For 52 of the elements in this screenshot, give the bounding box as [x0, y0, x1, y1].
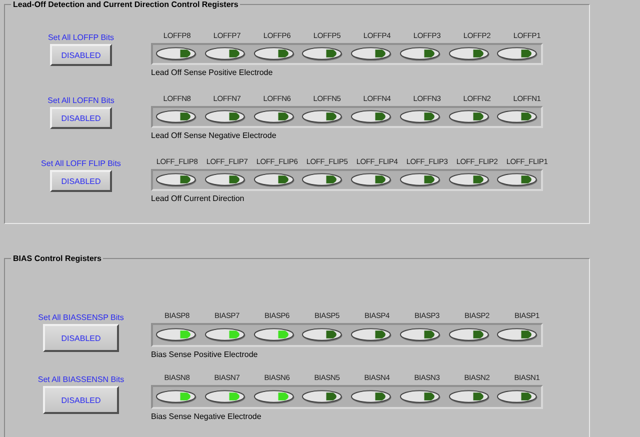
- led-toggle[interactable]: [204, 109, 246, 125]
- led-toggle[interactable]: [204, 327, 246, 343]
- strip-caption: Lead Off Sense Positive Electrode: [151, 68, 273, 77]
- led-toggle[interactable]: [204, 46, 246, 62]
- led-toggle[interactable]: [398, 46, 442, 62]
- led-toggle[interactable]: [448, 327, 490, 343]
- led-toggle[interactable]: [350, 109, 393, 125]
- set-all-label: Set All LOFF FLIP Bits: [41, 159, 121, 168]
- led-toggle[interactable]: [301, 389, 344, 405]
- led-toggle[interactable]: [398, 327, 442, 343]
- led-toggle[interactable]: [301, 327, 344, 343]
- strip-caption: Lead Off Sense Negative Electrode: [151, 131, 276, 140]
- led-toggle[interactable]: [398, 389, 442, 405]
- led-toggle[interactable]: [301, 172, 344, 188]
- led-toggle[interactable]: [301, 46, 344, 62]
- led-toggle[interactable]: [204, 389, 246, 405]
- strip-caption: Bias Sense Positive Electrode: [151, 350, 258, 359]
- set-all-label: Set All LOFFP Bits: [48, 33, 114, 42]
- led-toggle[interactable]: [252, 46, 296, 62]
- led-toggle[interactable]: [496, 109, 539, 125]
- panel-title: Lead-Off Detection and Current Direction Control Registers: [12, 0, 240, 9]
- led-toggle[interactable]: [350, 172, 393, 188]
- led-toggle[interactable]: [398, 109, 442, 125]
- led-toggle[interactable]: [496, 389, 539, 405]
- led-toggle[interactable]: [448, 46, 490, 62]
- set-all-label: Set All BIASSENSP Bits: [38, 313, 124, 322]
- led-toggle[interactable]: [448, 172, 490, 188]
- led-toggle[interactable]: [155, 109, 198, 125]
- led-toggle[interactable]: [350, 327, 393, 343]
- led-toggle[interactable]: [350, 389, 393, 405]
- led-toggle[interactable]: [252, 327, 296, 343]
- led-toggle[interactable]: [155, 46, 198, 62]
- led-toggle[interactable]: [252, 172, 296, 188]
- led-toggle[interactable]: [204, 172, 246, 188]
- strip-caption: Lead Off Current Direction: [151, 194, 244, 203]
- strip-caption: Bias Sense Negative Electrode: [151, 412, 262, 421]
- led-toggle[interactable]: [448, 389, 490, 405]
- led-toggle[interactable]: [155, 327, 198, 343]
- led-toggle[interactable]: [155, 389, 198, 405]
- led-toggle[interactable]: [496, 46, 539, 62]
- set-all-label: Set All BIASSENSN Bits: [38, 375, 124, 384]
- led-toggle[interactable]: [496, 327, 539, 343]
- led-toggle[interactable]: [252, 389, 296, 405]
- led-toggle[interactable]: [301, 109, 344, 125]
- set-all-label: Set All LOFFN Bits: [48, 96, 114, 105]
- led-toggle[interactable]: [398, 172, 442, 188]
- led-toggle[interactable]: [350, 46, 393, 62]
- led-toggle[interactable]: [252, 109, 296, 125]
- led-toggle[interactable]: [448, 109, 490, 125]
- panel-title: BIAS Control Registers: [12, 254, 102, 263]
- led-toggle[interactable]: [496, 172, 539, 188]
- led-toggle[interactable]: [155, 172, 198, 188]
